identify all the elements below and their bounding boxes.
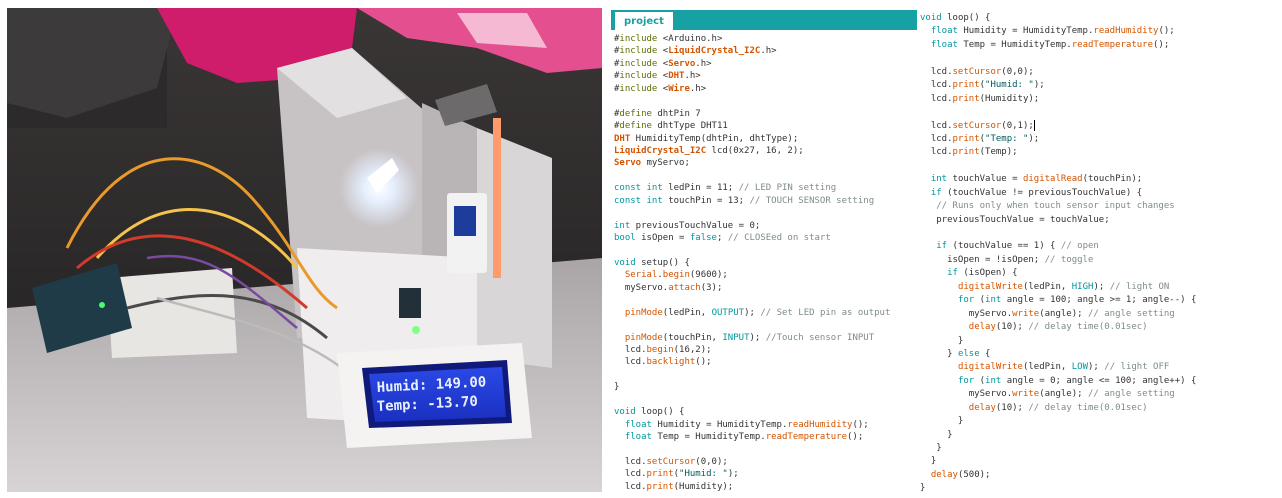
- code-line[interactable]: myServo.write(angle); // angle setting: [920, 388, 1196, 401]
- code-editor[interactable]: project #include <Arduino.h> #include <Li…: [611, 10, 917, 498]
- code-line[interactable]: #include <Servo.h>: [614, 58, 890, 70]
- code-line[interactable]: [614, 207, 890, 219]
- tab-bar: project: [611, 10, 917, 30]
- code-line[interactable]: }: [920, 455, 1196, 468]
- code-line[interactable]: digitalWrite(ledPin, HIGH); // light ON: [920, 281, 1196, 294]
- code-line[interactable]: if (touchValue == 1) { // open: [920, 240, 1196, 253]
- code-line[interactable]: lcd.print(Humidity);: [920, 93, 1196, 106]
- code-line[interactable]: lcd.print("Temp: ");: [920, 133, 1196, 146]
- code-line[interactable]: [920, 52, 1196, 65]
- text-caret: [1033, 119, 1035, 131]
- code-line[interactable]: void setup() {: [614, 257, 890, 269]
- code-line[interactable]: float Humidity = HumidityTemp.readHumidi…: [614, 419, 890, 431]
- code-listing-right[interactable]: void loop() { float Humidity = HumidityT…: [920, 12, 1196, 496]
- code-line[interactable]: #define dhtPin 7: [614, 108, 890, 120]
- code-line[interactable]: bool isOpen = false; // CLOSEed on start: [614, 232, 890, 244]
- code-line[interactable]: const int touchPin = 13; // TOUCH SENSOR…: [614, 195, 890, 207]
- code-line[interactable]: previousTouchValue = touchValue;: [920, 214, 1196, 227]
- code-line[interactable]: if (isOpen) {: [920, 267, 1196, 280]
- code-line[interactable]: for (int angle = 0; angle <= 100; angle+…: [920, 375, 1196, 388]
- code-line[interactable]: }: [614, 381, 890, 393]
- code-line[interactable]: pinMode(ledPin, OUTPUT); // Set LED pin …: [614, 307, 891, 319]
- code-line[interactable]: } else {: [920, 348, 1196, 361]
- code-line[interactable]: pinMode(touchPin, INPUT); //Touch sensor…: [614, 332, 890, 344]
- code-line[interactable]: [920, 227, 1196, 240]
- code-line[interactable]: [614, 170, 890, 182]
- code-line[interactable]: #include <DHT.h>: [614, 70, 890, 82]
- code-line[interactable]: isOpen = !isOpen; // toggle: [920, 254, 1196, 267]
- code-line[interactable]: float Humidity = HumidityTemp.readHumidi…: [920, 25, 1196, 38]
- tab-project[interactable]: project: [615, 12, 673, 30]
- project-photo: Humid: 149.00 Temp: -13.70: [7, 8, 602, 492]
- code-line[interactable]: DHT HumidityTemp(dhtPin, dhtType);: [614, 133, 890, 145]
- project-photo-illustration: Humid: 149.00 Temp: -13.70: [7, 8, 602, 492]
- code-line[interactable]: lcd.print("Humid: ");: [614, 468, 890, 480]
- code-line[interactable]: digitalWrite(ledPin, LOW); // light OFF: [920, 361, 1196, 374]
- code-line[interactable]: float Temp = HumidityTemp.readTemperatur…: [920, 39, 1196, 52]
- code-line[interactable]: lcd.print(Humidity);: [614, 481, 890, 493]
- code-line[interactable]: void loop() {: [920, 12, 1196, 25]
- code-line[interactable]: delay(10); // delay time(0.01sec): [920, 402, 1196, 415]
- code-line[interactable]: int previousTouchValue = 0;: [614, 220, 890, 232]
- code-line[interactable]: [614, 319, 890, 331]
- code-line[interactable]: for (int angle = 100; angle >= 1; angle-…: [920, 294, 1196, 307]
- code-line[interactable]: [614, 369, 890, 381]
- code-line[interactable]: [614, 394, 890, 406]
- code-line[interactable]: lcd.setCursor(0,0);: [614, 456, 890, 468]
- code-line[interactable]: Serial.begin(9600);: [614, 269, 890, 281]
- code-line[interactable]: float Temp = HumidityTemp.readTemperatur…: [614, 431, 890, 443]
- code-line[interactable]: #include <LiquidCrystal_I2C.h>: [614, 45, 890, 57]
- code-line[interactable]: }: [920, 429, 1196, 442]
- code-line[interactable]: lcd.setCursor(0,1);: [920, 119, 1196, 133]
- code-line[interactable]: LiquidCrystal_I2C lcd(0x27, 16, 2);: [614, 145, 890, 157]
- code-line[interactable]: lcd.print("Humid: ");: [920, 79, 1196, 92]
- code-line[interactable]: [614, 244, 890, 256]
- code-line[interactable]: #define dhtType DHT11: [614, 120, 890, 132]
- code-line[interactable]: // Runs only when touch sensor input cha…: [920, 200, 1196, 213]
- code-line[interactable]: myServo.attach(3);: [614, 282, 890, 294]
- code-line[interactable]: }: [920, 482, 1196, 495]
- code-line[interactable]: int touchValue = digitalRead(touchPin);: [920, 173, 1196, 186]
- code-line[interactable]: [614, 443, 890, 455]
- code-line[interactable]: }: [920, 415, 1196, 428]
- code-line[interactable]: void loop() {: [614, 406, 890, 418]
- code-line[interactable]: const int ledPin = 11; // LED PIN settin…: [614, 182, 890, 194]
- code-line[interactable]: lcd.begin(16,2);: [614, 344, 890, 356]
- code-listing-left[interactable]: #include <Arduino.h> #include <LiquidCrys…: [614, 33, 890, 493]
- code-line[interactable]: }: [920, 442, 1196, 455]
- code-line[interactable]: [614, 294, 890, 306]
- code-line[interactable]: [920, 106, 1196, 119]
- code-line[interactable]: lcd.setCursor(0,0);: [920, 66, 1196, 79]
- code-line[interactable]: #include <Wire.h>: [614, 83, 890, 95]
- code-line[interactable]: delay(10); // delay time(0.01sec): [920, 321, 1196, 334]
- code-line[interactable]: delay(500);: [920, 469, 1196, 482]
- code-line[interactable]: #include <Arduino.h>: [614, 33, 890, 45]
- code-line[interactable]: myServo.write(angle); // angle setting: [920, 308, 1196, 321]
- code-line[interactable]: [614, 95, 890, 107]
- code-line[interactable]: lcd.backlight();: [614, 356, 890, 368]
- code-line[interactable]: [920, 160, 1196, 173]
- code-line[interactable]: Servo myServo;: [614, 157, 890, 169]
- code-line[interactable]: lcd.print(Temp);: [920, 146, 1196, 159]
- code-line[interactable]: }: [920, 335, 1196, 348]
- code-line[interactable]: if (touchValue != previousTouchValue) {: [920, 187, 1196, 200]
